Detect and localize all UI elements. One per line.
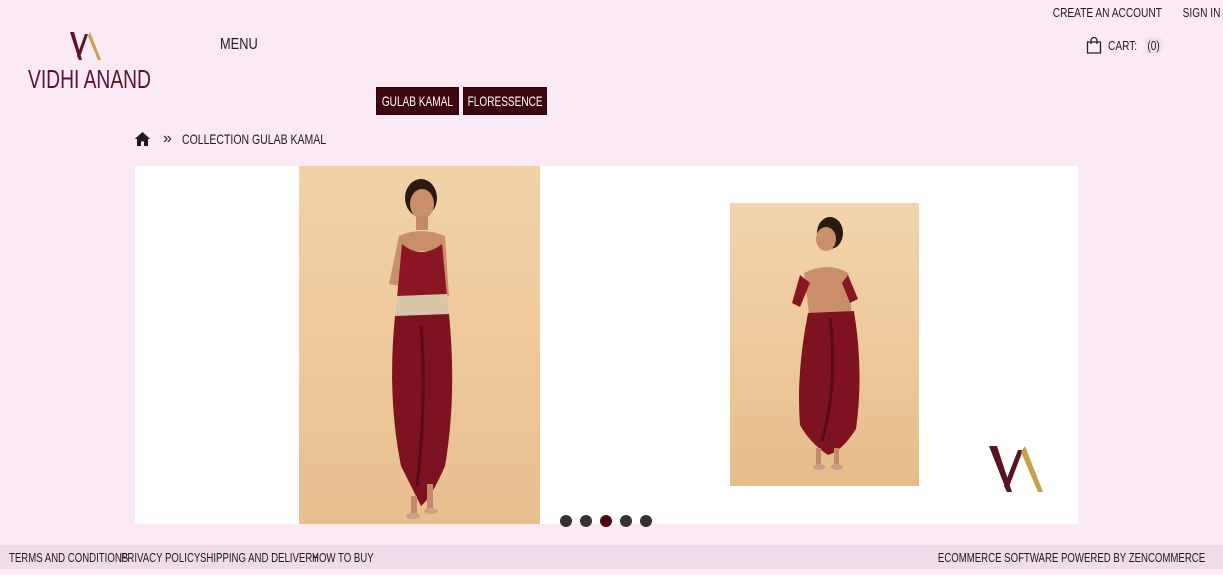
home-icon[interactable] [134, 131, 151, 147]
slider-dot-3-active[interactable] [600, 515, 612, 527]
collection-nav: GULAB KAMAL FLORESSENCE [376, 87, 547, 115]
shopping-bag-icon [1086, 36, 1102, 54]
slider-dot-5[interactable] [640, 515, 652, 527]
breadcrumb: » COLLECTION GULAB KAMAL [134, 130, 374, 148]
slide-image-back[interactable] [730, 203, 919, 486]
account-bar: CREATE AN ACCOUNT SIGN IN [1022, 5, 1220, 20]
cart-link[interactable]: CART: (0) [1086, 36, 1167, 54]
menu-button[interactable]: MENU [220, 36, 258, 54]
slider-pagination [560, 515, 652, 527]
slider-dot-1[interactable] [560, 515, 572, 527]
breadcrumb-separator: » [163, 130, 172, 147]
slider-dot-2[interactable] [580, 515, 592, 527]
footer-link-terms[interactable]: TERMS AND CONDITIONS [9, 550, 128, 565]
slide-image-front[interactable] [299, 166, 540, 524]
watermark-logo-icon [989, 446, 1043, 492]
footer-link-how-to-buy[interactable]: HOW TO BUY [312, 550, 374, 565]
footer-links: TERMS AND CONDITIONS PRIVACY POLICY SHIP… [9, 550, 374, 565]
cart-label: CART: [1108, 37, 1138, 53]
collection-gulab-kamal-button[interactable]: GULAB KAMAL [376, 87, 459, 115]
brand-logo[interactable]: VIDHI ANAND [28, 30, 151, 94]
footer: TERMS AND CONDITIONS PRIVACY POLICY SHIP… [0, 545, 1223, 569]
create-account-link[interactable]: CREATE AN ACCOUNT [1052, 5, 1161, 20]
model-front-image [389, 179, 453, 519]
model-back-image [792, 217, 860, 470]
sign-in-link[interactable]: SIGN IN [1182, 5, 1220, 20]
collection-floressence-button[interactable]: FLORESSENCE [463, 87, 547, 115]
footer-link-privacy[interactable]: PRIVACY POLICY [121, 550, 200, 565]
breadcrumb-current: COLLECTION GULAB KAMAL [181, 131, 327, 147]
image-slider[interactable] [135, 166, 1078, 524]
footer-link-shipping[interactable]: SHIPPING AND DELIVERY [200, 550, 319, 565]
slider-dot-4[interactable] [620, 515, 632, 527]
brand-name: VIDHI ANAND [28, 64, 151, 94]
cart-count: (0) [1145, 36, 1163, 54]
footer-powered-by-link[interactable]: ECOMMERCE SOFTWARE POWERED BY ZENCOMMERC… [844, 550, 1205, 565]
logo-mark-icon [70, 32, 101, 60]
